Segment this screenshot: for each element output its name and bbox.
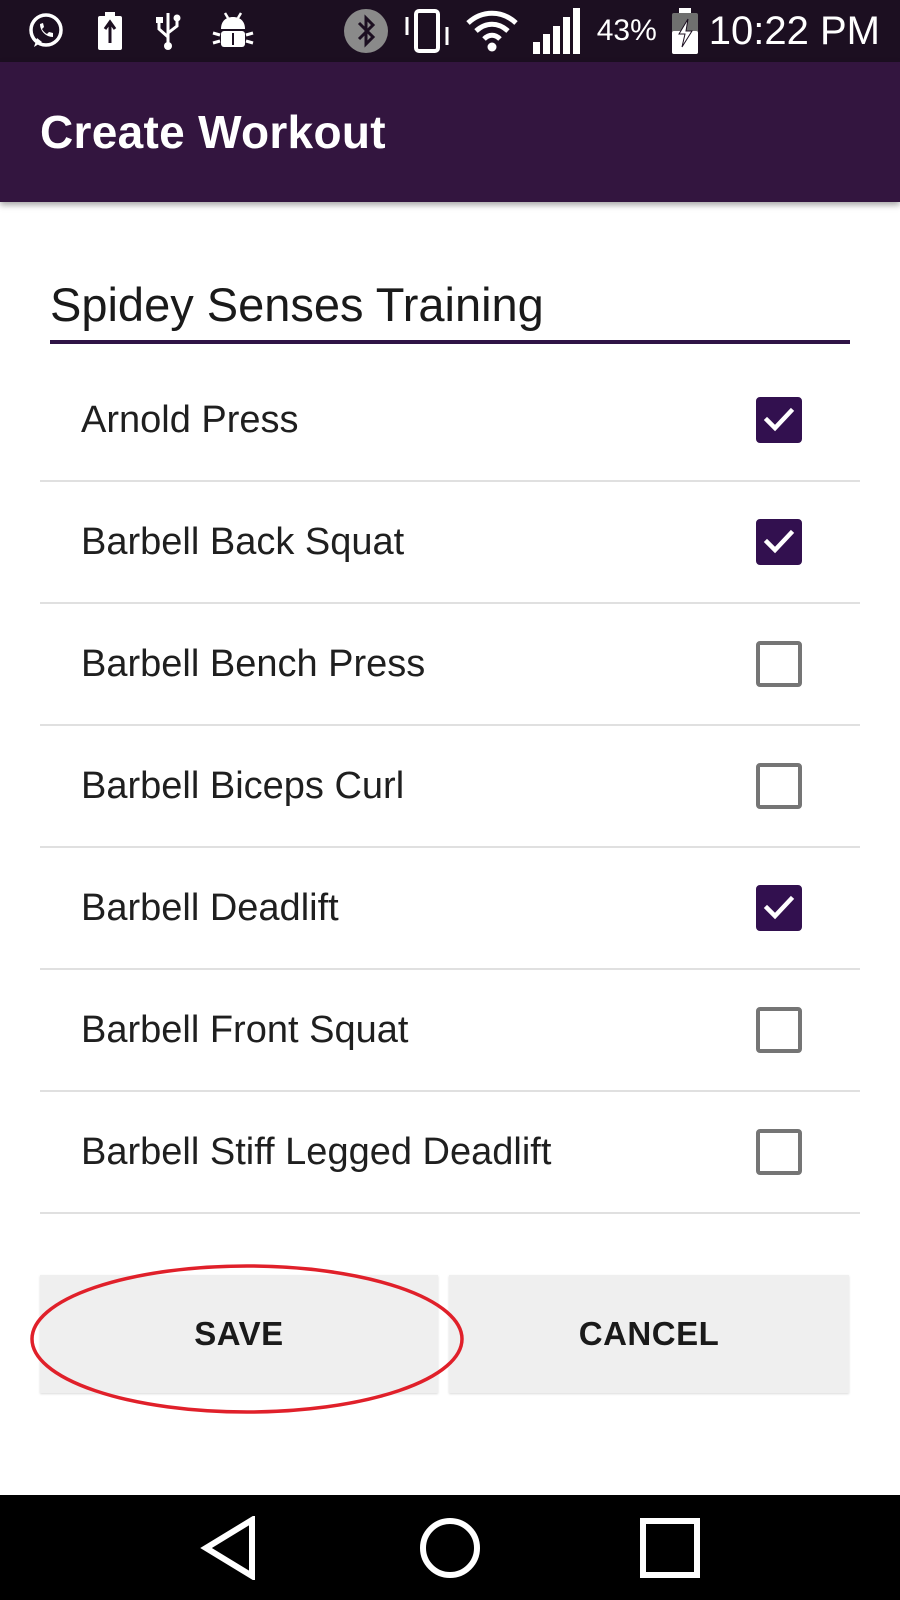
exercise-label: Barbell Deadlift bbox=[81, 886, 339, 929]
cancel-button[interactable]: CANCEL bbox=[449, 1275, 849, 1393]
exercise-checkbox[interactable] bbox=[756, 397, 802, 443]
home-icon[interactable] bbox=[400, 1498, 500, 1598]
signal-icon bbox=[532, 8, 583, 54]
exercise-label: Barbell Bench Press bbox=[81, 642, 426, 685]
save-button[interactable]: SAVE bbox=[40, 1275, 438, 1393]
recents-icon[interactable] bbox=[620, 1498, 720, 1598]
exercise-row[interactable]: Barbell Front Squat bbox=[40, 970, 860, 1092]
clock: 10:22 PM bbox=[708, 8, 880, 53]
wifi-icon bbox=[465, 9, 519, 53]
exercise-label: Arnold Press bbox=[81, 398, 299, 441]
back-icon[interactable] bbox=[180, 1498, 280, 1598]
exercise-row[interactable]: Barbell Bench Press bbox=[40, 604, 860, 726]
exercise-checkbox[interactable] bbox=[756, 641, 802, 687]
screen: 43% 10:22 PM Create Workout Arnold Press bbox=[0, 0, 900, 1600]
exercise-checkbox[interactable] bbox=[756, 763, 802, 809]
vibrate-icon bbox=[403, 7, 451, 55]
page-title: Create Workout bbox=[40, 106, 386, 158]
status-system: 43% 10:22 PM bbox=[329, 7, 880, 55]
workout-name-input[interactable] bbox=[50, 268, 850, 344]
battery-percent: 43% bbox=[596, 14, 657, 47]
exercise-checkbox[interactable] bbox=[756, 885, 802, 931]
app-bar: Create Workout bbox=[0, 62, 900, 202]
battery-charging-icon bbox=[671, 7, 699, 55]
exercise-checkbox[interactable] bbox=[756, 1129, 802, 1175]
navigation-bar bbox=[0, 1495, 900, 1600]
exercise-row[interactable]: Barbell Stiff Legged Deadlift bbox=[40, 1092, 860, 1214]
exercise-checkbox[interactable] bbox=[756, 519, 802, 565]
exercise-label: Barbell Front Squat bbox=[81, 1008, 409, 1051]
exercise-row[interactable]: Arnold Press bbox=[40, 360, 860, 482]
exercise-row[interactable]: Barbell Back Squat bbox=[40, 482, 860, 604]
check-icon bbox=[763, 895, 795, 920]
check-icon bbox=[763, 407, 795, 432]
exercise-checkbox[interactable] bbox=[756, 1007, 802, 1053]
status-notifications bbox=[26, 11, 284, 51]
exercise-list: Arnold Press Barbell Back Squat Barbell … bbox=[40, 360, 860, 1214]
usb-icon bbox=[154, 11, 182, 51]
exercise-label: Barbell Biceps Curl bbox=[81, 764, 405, 807]
exercise-row[interactable]: Barbell Deadlift bbox=[40, 848, 860, 970]
bluetooth-icon bbox=[343, 8, 389, 54]
status-bar: 43% 10:22 PM bbox=[0, 0, 900, 62]
exercise-label: Barbell Back Squat bbox=[81, 520, 405, 563]
exercise-label: Barbell Stiff Legged Deadlift bbox=[81, 1130, 552, 1173]
check-icon bbox=[763, 529, 795, 554]
exercise-row[interactable]: Barbell Biceps Curl bbox=[40, 726, 860, 848]
whatsapp-icon bbox=[26, 11, 66, 51]
android-debug-icon bbox=[212, 11, 254, 51]
battery-saver-icon bbox=[96, 11, 124, 51]
